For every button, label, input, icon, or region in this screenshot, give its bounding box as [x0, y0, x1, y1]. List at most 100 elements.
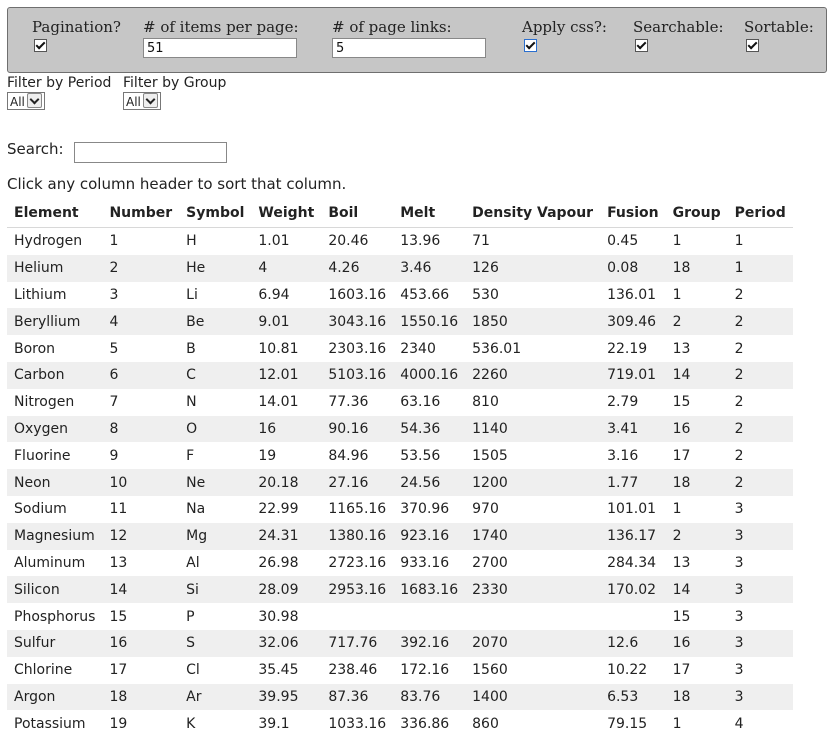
column-header-period[interactable]: Period	[728, 199, 793, 228]
search-input[interactable]	[74, 142, 227, 163]
table-cell: 3	[728, 523, 793, 550]
table-cell: 1	[666, 228, 728, 255]
period-filter-select[interactable]: All	[7, 92, 45, 110]
column-header-melt[interactable]: Melt	[393, 199, 465, 228]
table-cell	[393, 603, 465, 630]
sortable-label: Sortable:	[744, 18, 814, 36]
table-cell: 1550.16	[393, 308, 465, 335]
items-per-page-input[interactable]	[143, 38, 297, 58]
table-row: Boron5B10.812303.162340536.0122.19132	[7, 335, 793, 362]
searchable-checkbox[interactable]	[635, 39, 648, 52]
table-cell: Helium	[7, 255, 102, 282]
column-header-weight[interactable]: Weight	[251, 199, 321, 228]
table-row: Magnesium12Mg24.311380.16923.161740136.1…	[7, 523, 793, 550]
table-cell: 15	[102, 603, 179, 630]
table-cell: Magnesium	[7, 523, 102, 550]
sortable-setting: Sortable:	[744, 18, 814, 56]
sortable-checkbox[interactable]	[746, 39, 759, 52]
table-cell: 1	[666, 710, 728, 737]
table-cell: 3	[728, 550, 793, 577]
table-cell: 15	[666, 389, 728, 416]
table-cell: 14	[102, 576, 179, 603]
table-cell: 14	[666, 362, 728, 389]
table-cell: 14.01	[251, 389, 321, 416]
table-body: Hydrogen1H1.0120.4613.96710.4511Helium2H…	[7, 228, 793, 737]
table-cell: 2	[666, 523, 728, 550]
table-cell: 35.45	[251, 657, 321, 684]
table-cell: 32.06	[251, 630, 321, 657]
table-cell: 3	[728, 684, 793, 711]
table-row: Lithium3Li6.941603.16453.66530136.0112	[7, 282, 793, 309]
table-cell: Lithium	[7, 282, 102, 309]
table-cell: 26.98	[251, 550, 321, 577]
table-cell: 24.56	[393, 469, 465, 496]
items-per-page-setting: # of items per page:	[143, 18, 299, 58]
period-filter-label: Filter by Period	[7, 75, 111, 91]
table-cell: 13	[102, 550, 179, 577]
table-cell: 1	[666, 496, 728, 523]
table-cell: 39.1	[251, 710, 321, 737]
table-cell: 1	[728, 255, 793, 282]
table-cell: Al	[179, 550, 251, 577]
elements-table: ElementNumberSymbolWeightBoilMeltDensity…	[7, 199, 793, 737]
table-cell: 453.66	[393, 282, 465, 309]
table-cell: 1603.16	[321, 282, 393, 309]
table-cell: 1380.16	[321, 523, 393, 550]
table-cell: 6.94	[251, 282, 321, 309]
column-header-element[interactable]: Element	[7, 199, 102, 228]
column-header-boil[interactable]: Boil	[321, 199, 393, 228]
table-cell: 238.46	[321, 657, 393, 684]
table-cell: 1.01	[251, 228, 321, 255]
table-cell: 2340	[393, 335, 465, 362]
group-filter-select[interactable]: All	[123, 92, 161, 110]
apply-css-checkbox[interactable]	[524, 39, 537, 52]
table-cell: 54.36	[393, 416, 465, 443]
table-cell: 17	[666, 442, 728, 469]
table-cell: 1033.16	[321, 710, 393, 737]
pagination-label: Pagination?	[32, 18, 121, 36]
column-header-symbol[interactable]: Symbol	[179, 199, 251, 228]
table-cell: Sodium	[7, 496, 102, 523]
column-header-density-vapour[interactable]: Density Vapour	[465, 199, 600, 228]
page-links-label: # of page links:	[332, 18, 486, 36]
table-cell: 3	[728, 576, 793, 603]
column-header-fusion[interactable]: Fusion	[600, 199, 666, 228]
table-cell: 2	[728, 469, 793, 496]
table-cell: 3	[728, 657, 793, 684]
table-cell: 63.16	[393, 389, 465, 416]
column-header-number[interactable]: Number	[102, 199, 179, 228]
table-cell: 2	[728, 362, 793, 389]
table-cell: 101.01	[600, 496, 666, 523]
table-cell: 2	[728, 282, 793, 309]
table-row: Sodium11Na22.991165.16370.96970101.0113	[7, 496, 793, 523]
page-links-input[interactable]	[332, 38, 486, 58]
table-cell: 9.01	[251, 308, 321, 335]
column-header-group[interactable]: Group	[666, 199, 728, 228]
table-cell: 2.79	[600, 389, 666, 416]
table-cell: 13	[666, 550, 728, 577]
table-cell: 16	[251, 416, 321, 443]
table-cell: 810	[465, 389, 600, 416]
group-filter: Filter by Group All	[123, 75, 226, 110]
table-cell: 27.16	[321, 469, 393, 496]
table-row: Carbon6C12.015103.164000.162260719.01142	[7, 362, 793, 389]
group-filter-value: All	[126, 95, 141, 109]
table-cell: 2	[728, 416, 793, 443]
table-row: Helium2He44.263.461260.08181	[7, 255, 793, 282]
table-cell: 3.41	[600, 416, 666, 443]
table-cell	[321, 603, 393, 630]
table-cell: Chlorine	[7, 657, 102, 684]
table-cell: 2	[728, 308, 793, 335]
table-cell: 12	[102, 523, 179, 550]
table-cell: Neon	[7, 469, 102, 496]
pagination-checkbox[interactable]	[34, 39, 47, 52]
sort-hint: Click any column header to sort that col…	[7, 175, 346, 193]
table-cell: 3.46	[393, 255, 465, 282]
table-row: Fluorine9F1984.9653.5615053.16172	[7, 442, 793, 469]
table-cell: 923.16	[393, 523, 465, 550]
table-cell: 8	[102, 416, 179, 443]
table-row: Sulfur16S32.06717.76392.16207012.6163	[7, 630, 793, 657]
table-cell: 4	[728, 710, 793, 737]
table-cell: 172.16	[393, 657, 465, 684]
table-row: Potassium19K39.11033.16336.8686079.1514	[7, 710, 793, 737]
